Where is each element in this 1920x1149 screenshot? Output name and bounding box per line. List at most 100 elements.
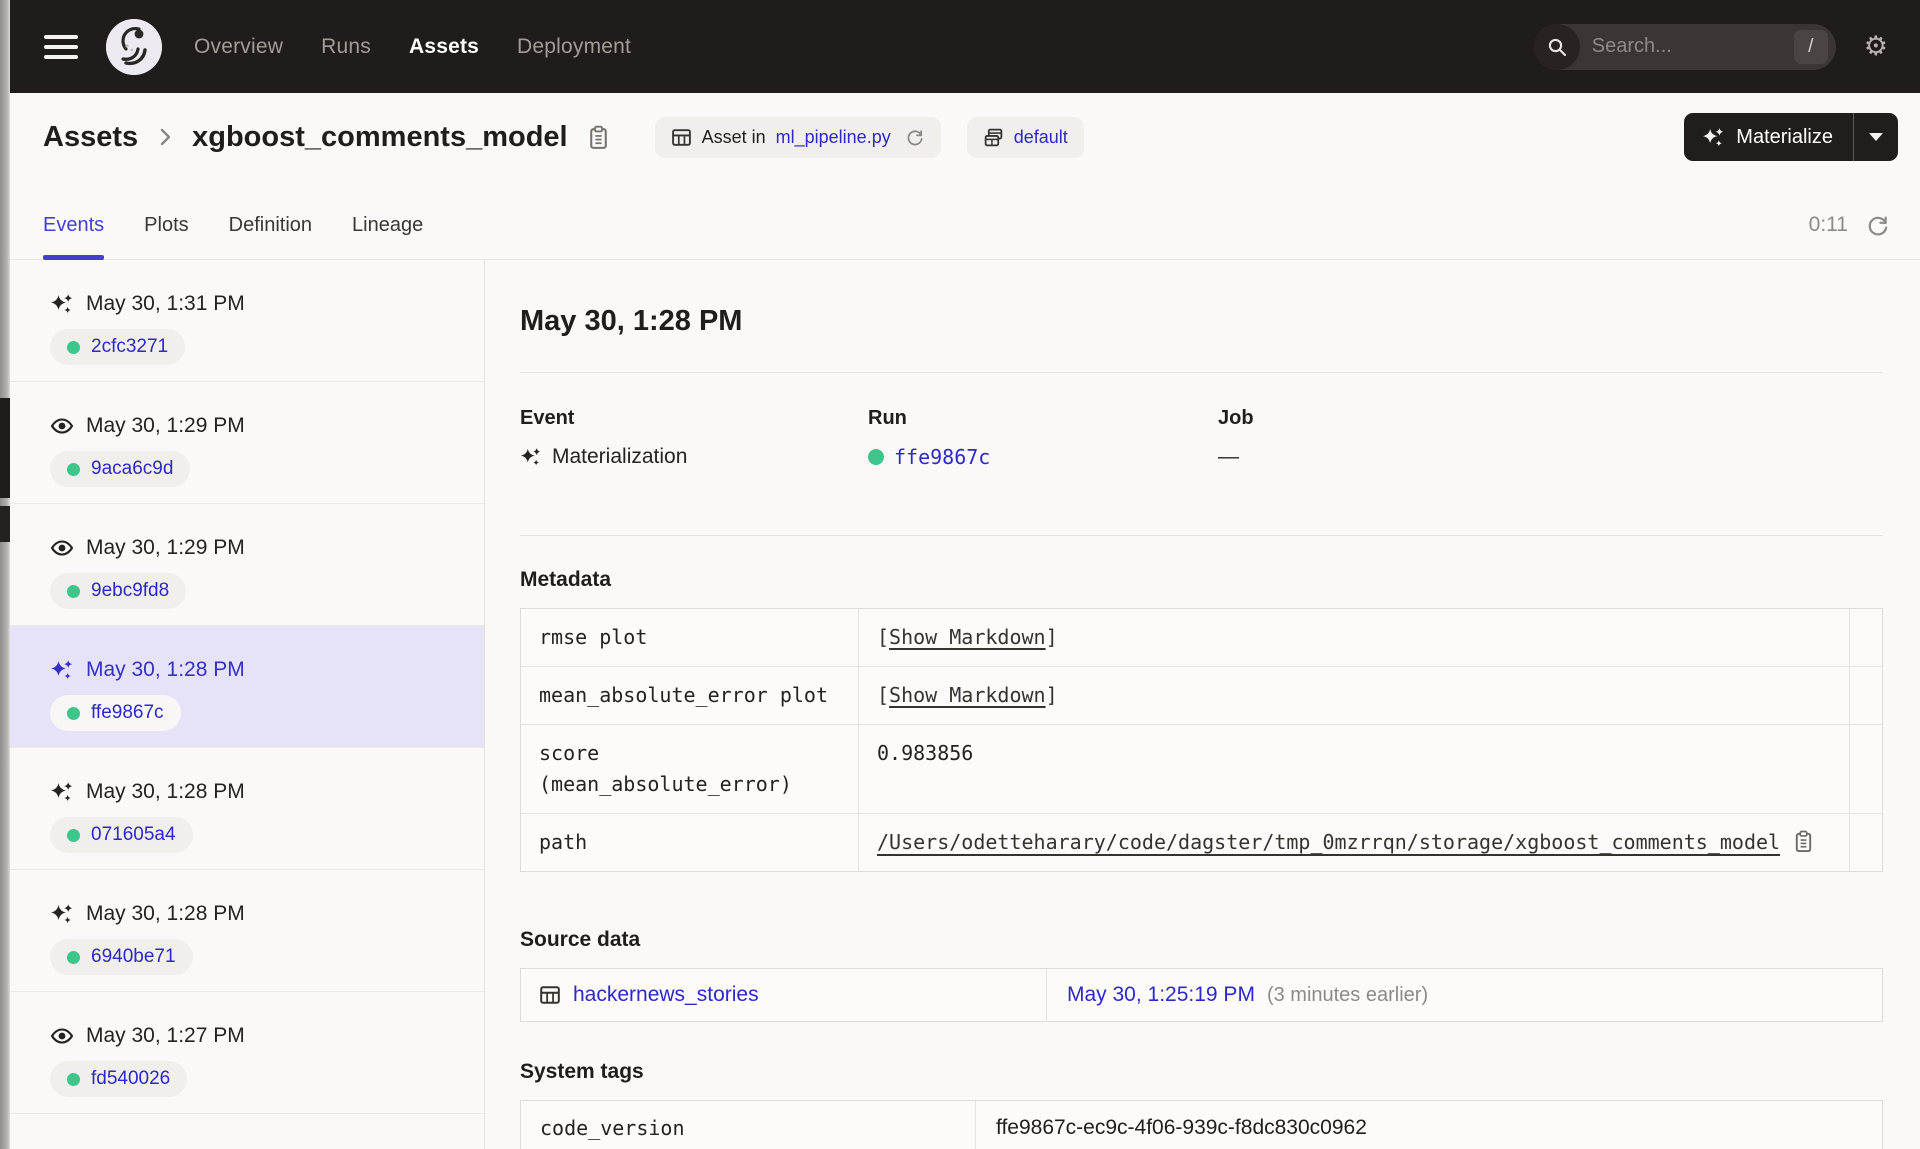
materialization-sparkle-icon bbox=[51, 660, 73, 680]
materialize-button-label: Materialize bbox=[1736, 125, 1833, 148]
run-tag[interactable]: 9ebc9fd8 bbox=[50, 573, 187, 609]
event-list-item[interactable]: May 30, 1:28 PM ffe9867c bbox=[10, 626, 484, 748]
run-tag[interactable]: 2cfc3271 bbox=[50, 329, 186, 365]
dagster-app-window: Overview Runs Assets Deployment Search... /… bbox=[10, 0, 1920, 1149]
refresh-icon[interactable] bbox=[1866, 213, 1890, 237]
run-id-link[interactable]: 2cfc3271 bbox=[91, 336, 168, 358]
event-list-item[interactable]: May 30, 1:28 PM 6940be71 bbox=[10, 870, 484, 992]
run-tag[interactable]: fd540026 bbox=[50, 1061, 188, 1097]
pipeline-file-link[interactable]: ml_pipeline.py bbox=[776, 127, 891, 148]
breadcrumb-assets-link[interactable]: Assets bbox=[43, 121, 138, 154]
run-column-label: Run bbox=[868, 407, 907, 429]
run-id-link[interactable]: 9ebc9fd8 bbox=[91, 580, 169, 602]
materialization-sparkle-icon bbox=[51, 294, 73, 314]
source-time-link[interactable]: May 30, 1:25:19 PM bbox=[1067, 983, 1255, 1007]
search-icon bbox=[1533, 23, 1580, 70]
background-window-fragment bbox=[0, 398, 10, 498]
materialize-button[interactable]: Materialize bbox=[1684, 113, 1853, 161]
materialization-sparkle-icon bbox=[1703, 127, 1724, 146]
asset-location-prefix: Asset in bbox=[701, 126, 766, 147]
materialization-sparkle-icon bbox=[51, 904, 73, 924]
group-default-link[interactable]: default bbox=[1014, 127, 1068, 148]
settings-gear-icon[interactable]: ⚙ bbox=[1864, 33, 1888, 60]
metadata-row: rmse plot [Show Markdown] bbox=[521, 609, 1882, 666]
event-timestamp: May 30, 1:29 PM bbox=[86, 414, 245, 437]
event-list-item[interactable]: May 30, 1:31 PM 2cfc3271 bbox=[10, 260, 484, 382]
page-title: xgboost_comments_model bbox=[192, 120, 568, 153]
source-time-note: (3 minutes earlier) bbox=[1266, 983, 1429, 1006]
event-list-item[interactable]: May 30, 1:29 PM 9aca6c9d bbox=[10, 382, 484, 504]
source-data-table: hackernews_stories May 30, 1:25:19 PM (3… bbox=[520, 968, 1883, 1022]
metadata-actions-cell bbox=[1849, 609, 1882, 666]
run-tag[interactable]: 071605a4 bbox=[50, 817, 193, 853]
nav-link-assets[interactable]: Assets bbox=[409, 35, 479, 59]
run-id-link[interactable]: 071605a4 bbox=[91, 824, 176, 846]
materialization-sparkle-icon bbox=[520, 447, 541, 466]
run-id-link[interactable]: fd540026 bbox=[91, 1068, 170, 1090]
copy-asset-name-icon[interactable] bbox=[586, 124, 611, 151]
asset-tabs: Events Plots Definition Lineage 0:11 bbox=[10, 181, 1920, 260]
reload-location-icon[interactable] bbox=[905, 127, 925, 147]
metadata-row: score (mean_absolute_error) 0.983856 bbox=[521, 724, 1882, 813]
tab-plots[interactable]: Plots bbox=[144, 214, 188, 259]
event-list-item[interactable]: May 30, 1:28 PM 071605a4 bbox=[10, 748, 484, 870]
asset-grid-icon bbox=[671, 128, 691, 146]
dagster-logo-icon[interactable] bbox=[106, 18, 162, 75]
run-tag[interactable]: 9aca6c9d bbox=[50, 451, 191, 487]
show-markdown-link[interactable]: [Show Markdown] bbox=[877, 680, 1058, 711]
asset-group-icon bbox=[984, 128, 1002, 146]
show-markdown-link[interactable]: [Show Markdown] bbox=[877, 622, 1058, 653]
asset-location-chip[interactable]: Asset in ml_pipeline.py bbox=[654, 116, 941, 158]
nav-link-runs[interactable]: Runs bbox=[321, 35, 371, 59]
event-detail-panel: May 30, 1:28 PM Event Materialization Ru… bbox=[485, 260, 1920, 1149]
run-id-link[interactable]: ffe9867c bbox=[894, 445, 990, 469]
run-tag[interactable]: 6940be71 bbox=[50, 939, 193, 975]
event-list-item[interactable]: May 30, 1:27 PM fd540026 bbox=[10, 992, 484, 1114]
event-timestamp: May 30, 1:27 PM bbox=[86, 1024, 245, 1047]
run-id-link[interactable]: ffe9867c bbox=[91, 702, 164, 724]
materialize-split-button: Materialize bbox=[1684, 113, 1898, 161]
system-tag-row: code_version ffe9867c-ec9c-4f06-939c-f8d… bbox=[521, 1101, 1882, 1149]
tab-events[interactable]: Events bbox=[43, 214, 105, 260]
copy-path-icon[interactable] bbox=[1792, 829, 1815, 854]
system-tag-value: ffe9867c-ec9c-4f06-939c-f8dc830c0962 bbox=[996, 1116, 1367, 1139]
event-timestamp: May 30, 1:28 PM bbox=[86, 658, 245, 681]
metadata-table: rmse plot [Show Markdown] mean_absolute_… bbox=[520, 608, 1883, 872]
materialization-sparkle-icon bbox=[51, 782, 73, 802]
nav-link-overview[interactable]: Overview bbox=[194, 35, 283, 59]
run-status-dot bbox=[67, 462, 80, 476]
event-type-value: Materialization bbox=[552, 445, 688, 468]
metadata-actions-cell bbox=[1849, 814, 1882, 871]
asset-header: Assets xgboost_comments_model Asset in m… bbox=[10, 93, 1920, 181]
event-detail-title: May 30, 1:28 PM bbox=[520, 305, 743, 337]
run-id-link[interactable]: 6940be71 bbox=[91, 946, 176, 968]
search-input[interactable]: Search... / bbox=[1533, 23, 1836, 70]
run-tag[interactable]: ffe9867c bbox=[50, 695, 181, 731]
nav-link-deployment[interactable]: Deployment bbox=[517, 35, 631, 59]
hamburger-menu-icon[interactable] bbox=[44, 34, 78, 59]
metadata-heading: Metadata bbox=[520, 568, 612, 591]
observation-eye-icon bbox=[50, 1028, 74, 1044]
run-status-dot bbox=[67, 340, 80, 354]
run-status-dot bbox=[67, 584, 80, 598]
job-column-label: Job bbox=[1218, 407, 1254, 429]
metadata-key: mean_absolute_error plot bbox=[521, 667, 859, 724]
refresh-timer: 0:11 bbox=[1808, 213, 1848, 236]
tab-lineage[interactable]: Lineage bbox=[352, 214, 423, 259]
event-list-item[interactable]: May 30, 1:29 PM 9ebc9fd8 bbox=[10, 504, 484, 626]
metadata-key: path bbox=[521, 814, 859, 871]
event-timestamp: May 30, 1:31 PM bbox=[86, 292, 245, 315]
tab-definition[interactable]: Definition bbox=[229, 214, 312, 259]
asset-group-chip[interactable]: default bbox=[966, 116, 1084, 158]
source-asset-link[interactable]: hackernews_stories bbox=[573, 983, 759, 1007]
background-window-fragment bbox=[0, 506, 10, 542]
asset-grid-icon bbox=[540, 986, 560, 1004]
metadata-actions-cell bbox=[1849, 667, 1882, 724]
metadata-key: score (mean_absolute_error) bbox=[521, 725, 859, 813]
metadata-actions-cell bbox=[1849, 725, 1882, 813]
path-link[interactable]: /Users/odetteharary/code/dagster/tmp_0mz… bbox=[877, 827, 1780, 858]
run-status-dot bbox=[67, 1072, 80, 1086]
materialize-dropdown-button[interactable] bbox=[1854, 113, 1898, 161]
run-id-link[interactable]: 9aca6c9d bbox=[91, 458, 173, 480]
event-timestamp: May 30, 1:29 PM bbox=[86, 536, 245, 559]
